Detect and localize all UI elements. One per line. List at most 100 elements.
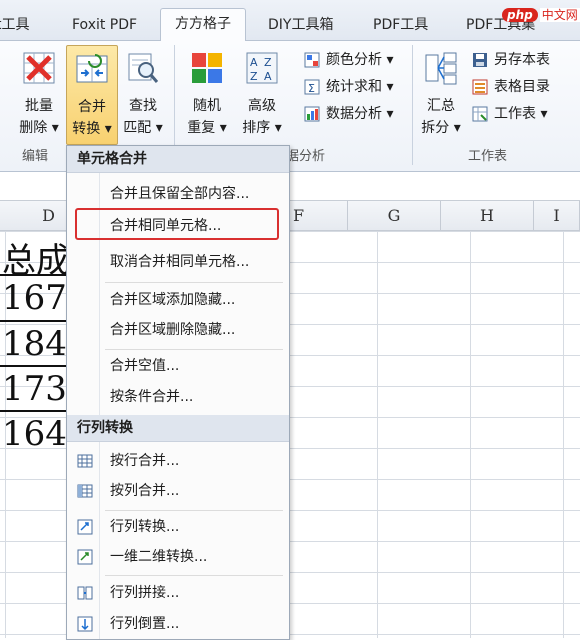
worksheet-label: 工作表 ▾ [494, 106, 548, 122]
menu-separator [105, 282, 283, 283]
menu-item-row-col-transpose[interactable]: 行列转换... [67, 513, 289, 541]
menu-item-row-col-concat[interactable]: 行列拼接... [67, 579, 289, 607]
merge-convert-label-1: 合并 [78, 99, 106, 115]
menu-separator [105, 349, 283, 350]
dimension-convert-icon [77, 549, 93, 565]
menu-item-unmerge-same-cells[interactable]: 取消合并相同单元格... [67, 248, 289, 276]
column-header-h[interactable]: H [441, 201, 534, 231]
svg-text:A: A [264, 70, 272, 83]
menu-item-1d-2d-convert[interactable]: 一维二维转换... [67, 543, 289, 571]
find-match-label-1: 查找 [129, 98, 157, 114]
svg-text:Z: Z [264, 56, 272, 69]
table-toc-button[interactable]: 表格目录 [472, 76, 550, 98]
tab-foxit-pdf[interactable]: Foxit PDF [72, 10, 137, 40]
group-label-worksheet: 工作表 [468, 149, 508, 164]
menu-item-row-col-reverse[interactable]: 行列倒置... [67, 610, 289, 638]
row-merge-icon [77, 454, 93, 468]
menu-section-row-col-convert: 行列转换 [67, 415, 289, 442]
tab-pdf-tools[interactable]: PDF工具 [373, 10, 428, 40]
batch-delete-button[interactable]: 批量 删除 ▾ [14, 45, 64, 143]
cell-border-line [0, 410, 70, 412]
advanced-sort-label-2: 排序 ▾ [242, 120, 282, 136]
menu-separator [105, 510, 283, 511]
menu-item-row-col-reverse-label: 行列倒置... [110, 616, 180, 632]
column-header-f-label: F [293, 206, 305, 225]
random-repeat-button[interactable]: 随机 重复 ▾ [182, 45, 232, 143]
data-analysis-icon [304, 106, 320, 122]
menu-item-merge-area-add-hidden[interactable]: 合并区域添加隐藏... [67, 286, 289, 314]
menu-item-merge-by-row-label: 按行合并... [110, 453, 180, 469]
color-blocks-icon [192, 53, 222, 83]
column-header-i[interactable]: I [534, 201, 580, 231]
batch-delete-label-1: 批量 [25, 98, 53, 114]
worksheet-icon [472, 106, 488, 122]
svg-text:Σ: Σ [308, 82, 315, 95]
batch-delete-label-2: 删除 ▾ [19, 120, 59, 136]
table-toc-label: 表格目录 [494, 79, 550, 95]
random-repeat-label-2: 重复 ▾ [187, 120, 227, 136]
worksheet-button[interactable]: 工作表 ▾ [472, 103, 547, 125]
menu-item-merge-keep-all[interactable]: 合并且保留全部内容... [67, 180, 289, 208]
save-disk-icon [473, 53, 487, 67]
tab-tools[interactable]: t工具 [0, 10, 30, 40]
save-sheet-label: 另存本表 [494, 52, 550, 68]
merge-convert-button[interactable]: 合并 转换 ▾ [66, 45, 118, 145]
color-analysis-icon [304, 52, 320, 68]
save-sheet-button[interactable]: 另存本表 [472, 49, 550, 71]
advanced-sort-label-1: 高级 [248, 98, 276, 114]
find-match-label-2: 匹配 ▾ [123, 120, 163, 136]
stats-sum-label: 统计求和 ▾ [326, 79, 394, 95]
data-analysis-label: 数据分析 ▾ [326, 106, 394, 122]
cell-value-2[interactable]: 184 [2, 324, 67, 364]
cell-border-line [0, 274, 70, 276]
find-match-button[interactable]: 查找 匹配 ▾ [118, 45, 168, 143]
random-repeat-label-1: 随机 [193, 98, 221, 114]
column-merge-icon [77, 484, 93, 498]
stats-sum-button[interactable]: Σ 统计求和 ▾ [304, 76, 393, 98]
php-watermark-logo: php 中文网 [502, 6, 580, 23]
tab-diy-toolbox[interactable]: DIY工具箱 [268, 10, 333, 40]
advanced-sort-button[interactable]: A Z Z A 高级 排序 ▾ [236, 45, 288, 143]
summary-split-label-1: 汇总 [427, 98, 455, 114]
magnifier-icon [128, 53, 159, 83]
menu-item-row-col-transpose-label: 行列转换... [110, 519, 180, 535]
menu-item-merge-by-condition[interactable]: 按条件合并... [67, 383, 289, 411]
group-label-edit: 编辑 [22, 149, 49, 164]
summary-split-button[interactable]: 汇总 拆分 ▾ [416, 45, 466, 143]
transpose-icon [77, 519, 93, 535]
menu-item-merge-area-remove-hidden[interactable]: 合并区域删除隐藏... [67, 316, 289, 344]
menu-separator [105, 575, 283, 576]
merge-convert-dropdown-menu: 单元格合并 合并且保留全部内容... 合并相同单元格... 取消合并相同单元格.… [66, 145, 290, 640]
cell-border-line [0, 365, 70, 367]
group-label-analysis: 据分析 [286, 149, 326, 164]
menu-item-1d-2d-convert-label: 一维二维转换... [110, 549, 208, 565]
svg-text:A: A [250, 56, 258, 69]
cell-border-line [0, 320, 70, 322]
color-analysis-button[interactable]: 颜色分析 ▾ [304, 49, 393, 71]
sort-az-icon: A Z Z A [246, 52, 278, 84]
column-header-g[interactable]: G [348, 201, 441, 231]
menu-item-row-col-concat-label: 行列拼接... [110, 585, 180, 601]
menu-section-cell-merge: 单元格合并 [67, 146, 289, 173]
svg-text:Z: Z [250, 70, 258, 83]
menu-item-merge-by-column[interactable]: 按列合并... [67, 477, 289, 505]
merge-cells-icon [76, 54, 108, 83]
table-toc-icon [472, 79, 488, 95]
cell-value-4[interactable]: 164 [2, 414, 67, 454]
ribbon-separator [412, 45, 413, 165]
merge-convert-label-2: 转换 ▾ [72, 121, 112, 137]
red-highlight-box [75, 208, 279, 240]
summary-split-label-2: 拆分 ▾ [421, 120, 461, 136]
reverse-icon [77, 616, 93, 632]
sum-icon: Σ [304, 79, 320, 95]
summary-split-icon [425, 52, 457, 85]
cell-value-3[interactable]: 173 [2, 369, 67, 409]
cell-value-1[interactable]: 167 [2, 278, 67, 318]
tab-fangfang-gezi[interactable]: 方方格子 [160, 8, 246, 41]
menu-item-merge-by-row[interactable]: 按行合并... [67, 447, 289, 475]
menu-item-merge-by-column-label: 按列合并... [110, 483, 180, 499]
menu-item-merge-empty[interactable]: 合并空值... [67, 352, 289, 380]
concat-icon [77, 586, 93, 600]
color-analysis-label: 颜色分析 ▾ [326, 52, 394, 68]
data-analysis-button[interactable]: 数据分析 ▾ [304, 103, 393, 125]
